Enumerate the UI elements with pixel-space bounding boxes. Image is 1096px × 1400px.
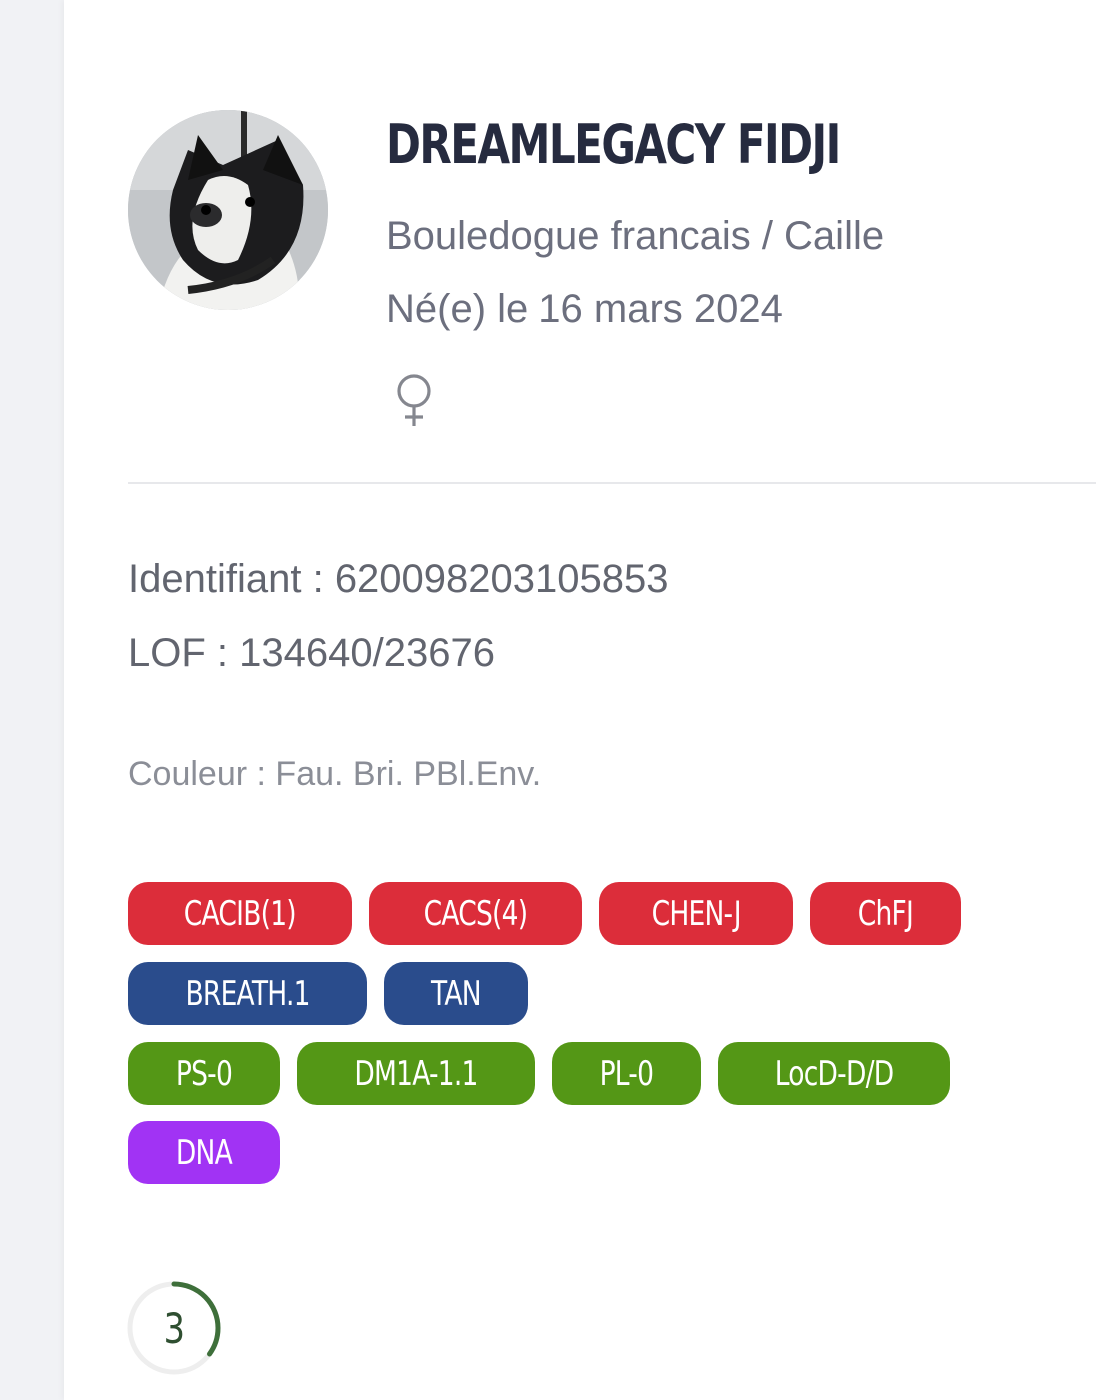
- counter-value: 3: [163, 1303, 185, 1353]
- health-badges: PS-0 DM1A-1.1 PL-0 LocD-D/D: [128, 1042, 950, 1105]
- lof-label: LOF :: [128, 631, 229, 675]
- badge-label: CHEN-J: [651, 893, 741, 934]
- badge-label: CACIB(1): [183, 893, 297, 934]
- badge-label: BREATH.1: [185, 973, 311, 1014]
- dog-name: DREAMLEGACY FIDJI: [386, 113, 841, 176]
- badge-label: PL-0: [599, 1053, 654, 1094]
- badge-pl[interactable]: PL-0: [552, 1042, 701, 1105]
- identifiant-value: 620098203105853: [334, 557, 669, 601]
- badge-label: ChFJ: [857, 893, 914, 934]
- badge-dna[interactable]: DNA: [128, 1121, 280, 1184]
- badge-label: TAN: [431, 973, 482, 1014]
- badge-label: DM1A-1.1: [354, 1053, 478, 1094]
- couleur-line: Couleur : Fau. Bri. PBl.Env.: [128, 752, 541, 796]
- badge-chfj[interactable]: ChFJ: [809, 882, 961, 945]
- birth-label: Né(e) le: [386, 287, 529, 331]
- badge-label: LocD-D/D: [774, 1053, 894, 1094]
- test-badges: BREATH.1 TAN: [128, 962, 529, 1025]
- dog-photo: [128, 110, 328, 310]
- section-divider: [128, 482, 1096, 484]
- couleur-label: Couleur :: [128, 755, 266, 793]
- dog-avatar[interactable]: [128, 110, 328, 310]
- lof-line: LOF : 134640/23676: [128, 627, 495, 679]
- badge-label: PS-0: [175, 1053, 233, 1094]
- badge-cacs[interactable]: CACS(4): [368, 882, 582, 945]
- birth-date: 16 mars 2024: [538, 287, 783, 331]
- dna-badges: DNA: [128, 1121, 280, 1184]
- badge-cacib[interactable]: CACIB(1): [128, 882, 352, 945]
- lof-value: 134640/23676: [239, 631, 495, 675]
- badge-breath[interactable]: BREATH.1: [128, 962, 368, 1025]
- progress-counter[interactable]: 3: [126, 1280, 222, 1376]
- birth-date-line: Né(e) le 16 mars 2024: [386, 283, 783, 335]
- female-symbol-icon: [397, 374, 431, 426]
- award-badges: CACIB(1) CACS(4) CHEN-J ChFJ: [128, 882, 961, 945]
- badge-chen-j[interactable]: CHEN-J: [598, 882, 793, 945]
- badge-label: CACS(4): [423, 893, 527, 934]
- breed-color: Bouledogue francais / Caille: [386, 214, 885, 258]
- badge-dm1a[interactable]: DM1A-1.1: [297, 1042, 535, 1105]
- badge-tan[interactable]: TAN: [384, 962, 529, 1025]
- badge-label: DNA: [175, 1132, 233, 1173]
- badge-ps[interactable]: PS-0: [128, 1042, 280, 1105]
- identifiant-label: Identifiant :: [128, 557, 324, 601]
- couleur-value: Fau. Bri. PBl.Env.: [275, 755, 542, 793]
- badge-locd[interactable]: LocD-D/D: [717, 1042, 950, 1105]
- identifiant-line: Identifiant : 620098203105853: [128, 553, 669, 605]
